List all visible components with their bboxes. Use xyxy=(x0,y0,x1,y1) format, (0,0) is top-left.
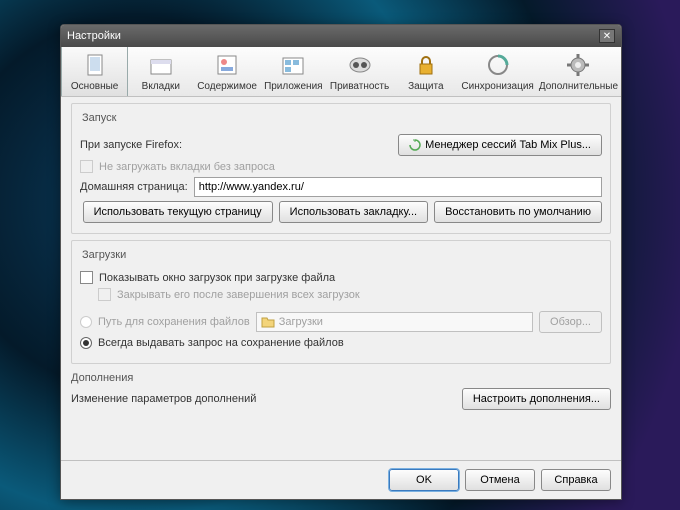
tabs-icon xyxy=(147,51,175,79)
save-path-radio[interactable] xyxy=(80,316,92,328)
downloads-legend: Загрузки xyxy=(78,249,130,261)
addons-legend: Дополнения xyxy=(71,372,611,384)
tab-tabs[interactable]: Вкладки xyxy=(128,47,194,96)
dont-load-tabs-checkbox xyxy=(80,160,93,173)
restore-default-button[interactable]: Восстановить по умолчанию xyxy=(434,201,602,223)
session-manager-button[interactable]: Менеджер сессий Tab Mix Plus... xyxy=(398,134,602,156)
download-folder-display: Загрузки xyxy=(256,312,533,332)
show-downloads-window-label: Показывать окно загрузок при загрузке фа… xyxy=(99,272,335,284)
content-icon xyxy=(213,51,241,79)
gear-icon xyxy=(564,51,592,79)
close-button[interactable]: ✕ xyxy=(599,29,615,43)
applications-icon xyxy=(279,51,307,79)
close-after-checkbox xyxy=(98,288,111,301)
addons-section: Дополнения Изменение параметров дополнен… xyxy=(71,370,611,416)
use-bookmark-button[interactable]: Использовать закладку... xyxy=(279,201,428,223)
sync-icon xyxy=(484,51,512,79)
privacy-icon xyxy=(346,51,374,79)
on-start-label: При запуске Firefox: xyxy=(80,139,182,151)
reload-icon xyxy=(409,139,421,151)
always-ask-label: Всегда выдавать запрос на сохранение фай… xyxy=(98,337,344,349)
tab-security[interactable]: Защита xyxy=(393,47,459,96)
tab-content[interactable]: Содержимое xyxy=(194,47,260,96)
browse-button: Обзор... xyxy=(539,311,602,333)
downloads-fieldset: Загрузки Показывать окно загрузок при за… xyxy=(71,240,611,364)
dont-load-tabs-label: Не загружать вкладки без запроса xyxy=(99,161,275,173)
settings-window: Настройки ✕ Основные Вкладки Содержимое … xyxy=(60,24,622,500)
tab-applications[interactable]: Приложения xyxy=(261,47,327,96)
cancel-button[interactable]: Отмена xyxy=(465,469,535,491)
titlebar[interactable]: Настройки ✕ xyxy=(61,25,621,47)
use-current-page-button[interactable]: Использовать текущую страницу xyxy=(83,201,273,223)
startup-fieldset: Запуск При запуске Firefox: Менеджер сес… xyxy=(71,103,611,234)
general-icon xyxy=(81,51,109,79)
save-path-label: Путь для сохранения файлов xyxy=(98,316,250,328)
tab-privacy[interactable]: Приватность xyxy=(327,47,393,96)
tab-general[interactable]: Основные xyxy=(61,47,128,96)
show-downloads-window-checkbox[interactable] xyxy=(80,271,93,284)
homepage-input[interactable] xyxy=(194,177,602,197)
configure-addons-button[interactable]: Настроить дополнения... xyxy=(462,388,611,410)
addons-desc: Изменение параметров дополнений xyxy=(71,393,256,405)
window-title: Настройки xyxy=(67,30,599,42)
tab-sync[interactable]: Синхронизация xyxy=(459,47,536,96)
close-after-label: Закрывать его после завершения всех загр… xyxy=(117,289,360,301)
dialog-footer: OK Отмена Справка xyxy=(61,460,621,499)
startup-legend: Запуск xyxy=(78,112,120,124)
folder-icon xyxy=(261,316,275,328)
ok-button[interactable]: OK xyxy=(389,469,459,491)
always-ask-radio[interactable] xyxy=(80,337,92,349)
lock-icon xyxy=(412,51,440,79)
category-toolbar: Основные Вкладки Содержимое Приложения П… xyxy=(61,47,621,97)
tab-advanced[interactable]: Дополнительные xyxy=(537,47,621,96)
content-area: Запуск При запуске Firefox: Менеджер сес… xyxy=(61,97,621,460)
help-button[interactable]: Справка xyxy=(541,469,611,491)
homepage-label: Домашняя страница: xyxy=(80,181,188,193)
